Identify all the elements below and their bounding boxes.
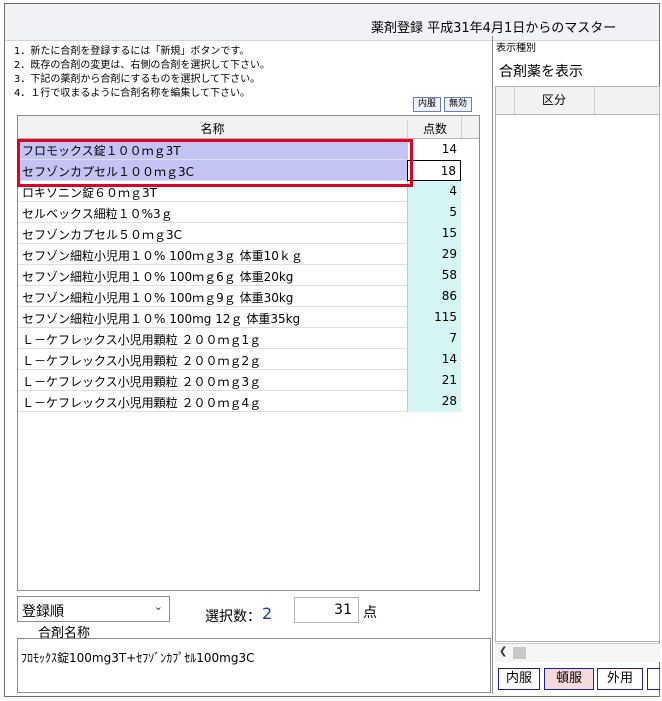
column-header-points[interactable]: 点数 xyxy=(407,120,462,138)
display-type-label: 表示種別 xyxy=(496,43,536,54)
sort-order-select[interactable]: 登録順 ⌄ xyxy=(17,596,170,622)
instruction-1: 1．新たに合剤を登録するには「新規」ボタンです。 xyxy=(14,46,250,57)
table-row[interactable]: セフゾンカプセル１００ｍｇ3C 18 xyxy=(18,160,461,181)
drug-points-cell: 115 xyxy=(407,307,461,328)
instruction-4: 4．１行で収まるように合剤名称を編集して下さい。 xyxy=(14,88,251,99)
drug-points-cell: 58 xyxy=(407,265,461,286)
drug-points-cell: 15 xyxy=(407,223,461,244)
table-row[interactable]: セルベックス細粒１０%3ｇ 5 xyxy=(18,202,461,223)
panel-divider xyxy=(492,36,493,694)
drug-name-cell: セフゾンカプセル１００ｍｇ3C xyxy=(22,165,195,179)
category-naifuku-button[interactable]: 内服 xyxy=(498,668,540,690)
table-row[interactable]: Ｌ－ケフレックス小児用顆粒 ２００ｍｇ2ｇ 14 xyxy=(18,349,461,370)
table-row[interactable]: ロキソニン錠６０ｍｇ3T 4 xyxy=(18,181,461,202)
column-header-category[interactable]: 区分 xyxy=(514,87,595,114)
category-more-button[interactable] xyxy=(647,668,660,690)
drug-name-cell: Ｌ－ケフレックス小児用顆粒 ２００ｍｇ4ｇ xyxy=(22,396,262,410)
selection-count-label: 選択数： xyxy=(205,609,261,625)
category-tonpuku-button[interactable]: 頓服 xyxy=(544,668,594,690)
table-row[interactable]: セフゾン細粒小児用１０% 100ｍｇ3ｇ 体重10ｋｇ 29 xyxy=(18,244,461,265)
display-type-value: 合剤薬を表示 xyxy=(499,64,583,80)
chevron-down-icon: ⌄ xyxy=(153,600,163,613)
drug-points-cell: 28 xyxy=(407,391,461,412)
window-title: 薬剤登録 平成31年4月1日からのマスター xyxy=(371,21,617,36)
mix-list-header: 区分 xyxy=(496,87,659,115)
column-header-name[interactable]: 名称 xyxy=(18,120,407,137)
muko-filter-button[interactable]: 無効 xyxy=(444,97,472,112)
table-row[interactable]: Ｌ－ケフレックス小児用顆粒 ２００ｍｇ3ｇ 21 xyxy=(18,370,461,391)
drug-name-cell: Ｌ－ケフレックス小児用顆粒 ２００ｍｇ2ｇ xyxy=(22,354,262,368)
selection-count-value: 2 xyxy=(262,604,273,623)
horizontal-scrollbar[interactable]: ❮ xyxy=(495,643,660,662)
table-row[interactable]: Ｌ－ケフレックス小児用顆粒 ２００ｍｇ1ｇ 7 xyxy=(18,328,461,349)
drug-name-cell: ロキソニン錠６０ｍｇ3T xyxy=(22,186,157,200)
drug-name-cell: セフゾン細粒小児用１０% 100mg 12ｇ 体重35kg xyxy=(22,312,301,326)
drug-name-cell: フロモックス錠１００ｍｇ3T xyxy=(22,144,181,158)
drug-points-cell: 4 xyxy=(407,181,461,202)
mix-list-grid: 区分 xyxy=(495,86,660,642)
drug-grid: 名称 点数 フロモックス錠１００ｍｇ3T 14 セフゾンカプセル１００ｍｇ3C 18 ロ… xyxy=(17,115,480,591)
display-type-select[interactable]: 合剤薬を表示 xyxy=(495,58,660,80)
drug-name-cell: セフゾン細粒小児用１０% 100ｍｇ6ｇ 体重20kg xyxy=(22,270,294,284)
drug-points-cell: 29 xyxy=(407,244,461,265)
sort-order-value: 登録順 xyxy=(22,604,64,620)
drug-name-cell: セフゾン細粒小児用１０% 100ｍｇ3ｇ 体重10ｋｇ xyxy=(22,249,303,263)
naifuku-filter-button[interactable]: 内服 xyxy=(413,97,441,112)
mix-name-field[interactable]: ﾌﾛﾓｯｸｽ錠100mg3T+ｾﾌｿﾞﾝｶﾌﾟｾﾙ100mg3C xyxy=(17,638,491,693)
drug-name-cell: セフゾンカプセル５０ｍｇ3C xyxy=(22,228,183,242)
mix-name-value: ﾌﾛﾓｯｸｽ錠100mg3T+ｾﾌｿﾞﾝｶﾌﾟｾﾙ100mg3C xyxy=(21,651,255,665)
instruction-3: 3．下記の薬剤から合剤にするものを選択して下さい。 xyxy=(14,74,261,85)
drug-points-cell: 14 xyxy=(407,139,461,160)
drug-points-cell: 7 xyxy=(407,328,461,349)
drug-points-cell: 18 xyxy=(407,160,461,181)
table-row[interactable]: セフゾン細粒小児用１０% 100ｍｇ9ｇ 体重30kg 86 xyxy=(18,286,461,307)
table-row[interactable]: セフゾンカプセル５０ｍｇ3C 15 xyxy=(18,223,461,244)
drug-points-cell: 86 xyxy=(407,286,461,307)
table-row[interactable]: フロモックス錠１００ｍｇ3T 14 xyxy=(18,139,461,160)
header-spacer xyxy=(461,116,479,138)
table-row[interactable]: Ｌ－ケフレックス小児用顆粒 ２００ｍｇ4ｇ 28 xyxy=(18,391,461,412)
drug-name-cell: セルベックス細粒１０%3ｇ xyxy=(22,207,173,221)
table-row[interactable]: セフゾン細粒小児用１０% 100ｍｇ6ｇ 体重20kg 58 xyxy=(18,265,461,286)
drug-points-cell: 21 xyxy=(407,370,461,391)
drug-points-cell: 5 xyxy=(407,202,461,223)
instruction-2: 2．既存の合剤の変更は、右側の合剤を選択して下さい。 xyxy=(14,60,271,71)
chevron-left-icon[interactable]: ❮ xyxy=(499,646,507,657)
row-indicator-header xyxy=(496,87,515,114)
drug-name-cell: Ｌ－ケフレックス小児用顆粒 ２００ｍｇ1ｇ xyxy=(22,333,262,347)
category-gaiyo-button[interactable]: 外用 xyxy=(597,668,643,690)
scrollbar-thumb[interactable] xyxy=(513,647,526,659)
points-unit-label: 点 xyxy=(363,605,377,621)
grid-header: 名称 点数 xyxy=(18,116,479,139)
drug-points-cell: 14 xyxy=(407,349,461,370)
title-bar: 薬剤登録 平成31年4月1日からのマスター xyxy=(5,4,659,41)
points-total-field: 31 xyxy=(294,597,359,623)
drug-name-cell: Ｌ－ケフレックス小児用顆粒 ２００ｍｇ3ｇ xyxy=(22,375,262,389)
drug-name-cell: セフゾン細粒小児用１０% 100ｍｇ9ｇ 体重30kg xyxy=(22,291,294,305)
table-row[interactable]: セフゾン細粒小児用１０% 100mg 12ｇ 体重35kg 115 xyxy=(18,307,461,328)
